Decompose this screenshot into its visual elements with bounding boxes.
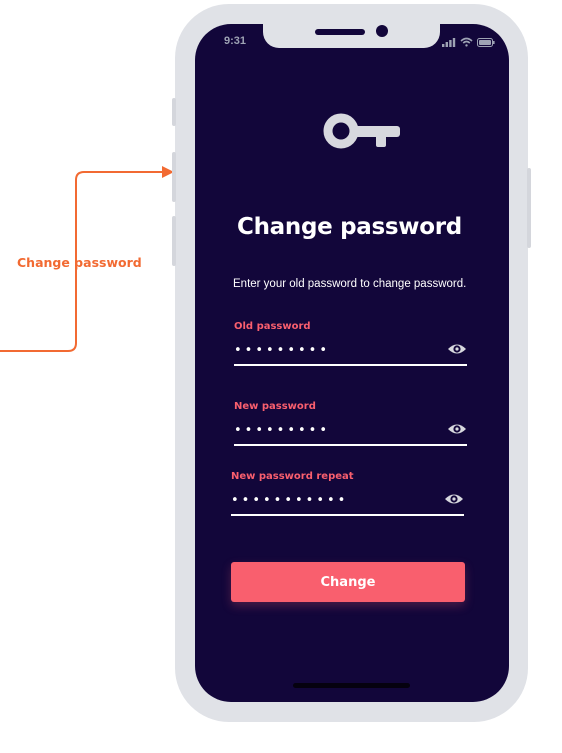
phone-power-button [527, 168, 531, 248]
status-time: 9:31 [224, 35, 247, 47]
notch-speaker [315, 29, 365, 35]
annotation-connector-arrow [0, 166, 174, 352]
phone-volume-down-button [172, 216, 176, 266]
new-password-repeat-input[interactable] [231, 489, 431, 511]
phone-mute-switch [172, 98, 176, 126]
phone-screen: 9:31 Change password Enter your old pass… [195, 24, 509, 702]
new-password-repeat-underline [231, 514, 464, 516]
new-password-repeat-label: New password repeat [231, 471, 354, 482]
annotation-label: Change password [17, 255, 142, 270]
new-password-label: New password [234, 401, 316, 412]
status-icons [442, 37, 495, 47]
eye-icon[interactable] [447, 342, 467, 356]
signal-icon [442, 37, 456, 47]
old-password-field: Old password [234, 321, 467, 373]
old-password-label: Old password [234, 321, 311, 332]
new-password-repeat-field: New password repeat [231, 471, 464, 523]
phone-notch [263, 24, 440, 48]
page-subtitle: Enter your old password to change passwo… [233, 278, 467, 290]
key-icon [323, 113, 400, 149]
eye-icon[interactable] [444, 492, 464, 506]
battery-icon [477, 37, 495, 47]
new-password-underline [234, 444, 467, 446]
old-password-underline [234, 364, 467, 366]
wifi-icon [460, 37, 473, 47]
notch-camera [376, 25, 388, 37]
old-password-input[interactable] [234, 339, 434, 361]
phone-volume-up-button [172, 152, 176, 202]
eye-icon[interactable] [447, 422, 467, 436]
change-button[interactable]: Change [231, 562, 465, 602]
home-indicator [293, 683, 410, 688]
new-password-input[interactable] [234, 419, 434, 441]
new-password-field: New password [234, 401, 467, 453]
page-title: Change password [237, 214, 462, 240]
